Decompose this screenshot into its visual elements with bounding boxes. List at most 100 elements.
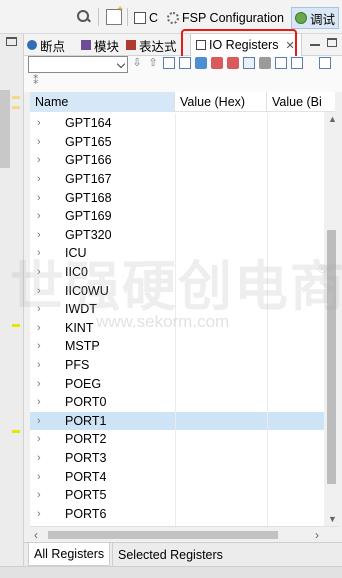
column-divider xyxy=(267,132,268,152)
collapse-all-icon[interactable] xyxy=(179,57,191,69)
scroll-down-icon[interactable]: ▼ xyxy=(328,514,337,524)
chevron-right-icon[interactable]: › xyxy=(30,396,65,408)
table-row[interactable]: › GPT165 xyxy=(30,132,335,152)
table-row[interactable]: › PORT6 xyxy=(30,504,335,524)
table-row[interactable]: › PFS xyxy=(30,355,335,375)
perspective-debug-label: 调试 xyxy=(310,12,336,27)
chevron-right-icon[interactable]: › xyxy=(30,117,65,129)
toolbar-separator xyxy=(127,8,128,26)
chevron-right-icon[interactable]: › xyxy=(30,452,65,464)
gutter-scrollbar[interactable] xyxy=(0,90,10,168)
register-name: PORT2 xyxy=(65,432,107,447)
register-name: PFS xyxy=(65,358,90,373)
watermark-text: 世强硬创电商 xyxy=(10,255,342,318)
column-divider xyxy=(267,392,268,412)
toolbar-separator xyxy=(98,8,99,26)
export-icon[interactable] xyxy=(291,57,303,69)
chevron-right-icon[interactable]: › xyxy=(30,322,65,334)
table-row[interactable]: › PORT2 xyxy=(30,430,335,449)
chevron-right-icon[interactable]: › xyxy=(30,154,65,166)
overview-marker xyxy=(12,106,20,109)
gear-icon xyxy=(167,12,179,24)
column-divider xyxy=(175,337,176,356)
scroll-left-icon[interactable]: ‹ xyxy=(34,528,38,542)
column-header-name[interactable]: Name xyxy=(30,92,175,112)
table-header: Name Value (Hex) Value (Bi xyxy=(30,92,335,112)
chevron-right-icon[interactable]: › xyxy=(30,210,65,222)
scroll-thumb[interactable] xyxy=(48,531,278,539)
column-header-bin[interactable]: Value (Bi xyxy=(267,92,335,112)
tab-modules[interactable]: 模块 xyxy=(81,34,119,56)
remove-icon[interactable] xyxy=(211,57,223,69)
tab-expressions-label: 表达式 xyxy=(139,39,177,54)
refresh-icon[interactable] xyxy=(195,57,207,69)
chevron-down-icon xyxy=(116,59,126,69)
chevron-right-icon[interactable]: › xyxy=(30,173,65,185)
perspective-c-button[interactable]: C xyxy=(131,8,161,28)
column-divider xyxy=(175,485,176,505)
table-row[interactable]: › GPT168 xyxy=(30,188,335,207)
chevron-right-icon[interactable]: › xyxy=(30,378,65,390)
scroll-right-icon[interactable]: › xyxy=(315,528,319,542)
chevron-right-icon[interactable]: › xyxy=(30,415,65,427)
table-row[interactable]: › GPT164 xyxy=(30,114,335,133)
column-divider xyxy=(267,374,268,393)
chevron-right-icon[interactable]: › xyxy=(30,508,65,520)
tab-selected-registers[interactable]: Selected Registers xyxy=(112,543,228,566)
expand-all-icon[interactable] xyxy=(163,57,175,69)
table-row[interactable]: › PORT4 xyxy=(30,467,335,486)
table-row[interactable]: › MSTP xyxy=(30,337,335,356)
register-name: POEG xyxy=(65,376,102,391)
filter-icon[interactable] xyxy=(259,57,271,69)
perspective-c-label: C xyxy=(149,11,159,25)
chevron-right-icon[interactable]: › xyxy=(30,192,65,204)
search-icon[interactable] xyxy=(76,9,92,25)
chevron-right-icon[interactable]: › xyxy=(30,340,65,352)
open-perspective-icon[interactable] xyxy=(106,4,123,25)
perspective-fsp-button[interactable]: FSP Configuration xyxy=(164,8,287,28)
table-row[interactable]: › PORT1 xyxy=(30,411,335,431)
horizontal-scrollbar[interactable]: ‹ › xyxy=(30,526,339,542)
watermark-url: www.sekorm.com xyxy=(96,312,230,331)
column-divider xyxy=(175,151,176,170)
table-row[interactable]: › PORT3 xyxy=(30,448,335,468)
tab-expressions[interactable]: 表达式 xyxy=(126,34,177,56)
register-name: GPT164 xyxy=(65,116,112,131)
chevron-right-icon[interactable]: › xyxy=(30,359,65,371)
chevron-right-icon[interactable]: › xyxy=(30,489,65,501)
column-header-hex[interactable]: Value (Hex) xyxy=(175,92,267,112)
table-row[interactable]: › GPT169 xyxy=(30,206,335,226)
chevron-right-icon[interactable]: › xyxy=(30,471,65,483)
minimize-icon[interactable] xyxy=(310,44,320,46)
tab-breakpoints[interactable]: 断点 xyxy=(27,34,65,56)
arrow-up-icon[interactable]: ⇧ xyxy=(147,57,159,69)
table-row[interactable]: › GPT166 xyxy=(30,151,335,170)
save-icon[interactable] xyxy=(275,57,287,69)
perspective-debug-button[interactable]: 调试 xyxy=(291,7,340,29)
table-row[interactable]: › PORT0 xyxy=(30,392,335,412)
c-perspective-icon xyxy=(134,12,146,24)
breakpoint-icon xyxy=(27,40,37,50)
remove-all-icon[interactable] xyxy=(227,57,239,69)
register-filter-combo[interactable] xyxy=(28,56,128,73)
pin-icon[interactable]: ⁑ xyxy=(33,74,39,87)
register-name: PORT3 xyxy=(65,450,107,465)
new-window-icon[interactable] xyxy=(319,57,331,69)
chevron-right-icon[interactable]: › xyxy=(30,229,65,241)
chevron-right-icon[interactable]: › xyxy=(30,433,65,445)
register-name: PORT1 xyxy=(65,413,107,428)
table-row[interactable]: › POEG xyxy=(30,374,335,393)
expression-icon xyxy=(126,40,136,50)
table-row[interactable]: › GPT167 xyxy=(30,169,335,189)
register-name: GPT168 xyxy=(65,190,112,205)
arrow-down-icon[interactable]: ⇩ xyxy=(131,57,143,69)
scroll-up-icon[interactable]: ▲ xyxy=(328,114,337,124)
view-mode-icon[interactable] xyxy=(243,57,255,69)
table-row[interactable]: › PORT5 xyxy=(30,485,335,505)
chevron-right-icon[interactable]: › xyxy=(30,136,65,148)
column-divider xyxy=(175,392,176,412)
module-icon xyxy=(81,40,91,50)
maximize-icon[interactable] xyxy=(327,38,337,47)
tab-all-registers[interactable]: All Registers xyxy=(28,543,111,566)
maximize-icon[interactable] xyxy=(6,37,17,46)
